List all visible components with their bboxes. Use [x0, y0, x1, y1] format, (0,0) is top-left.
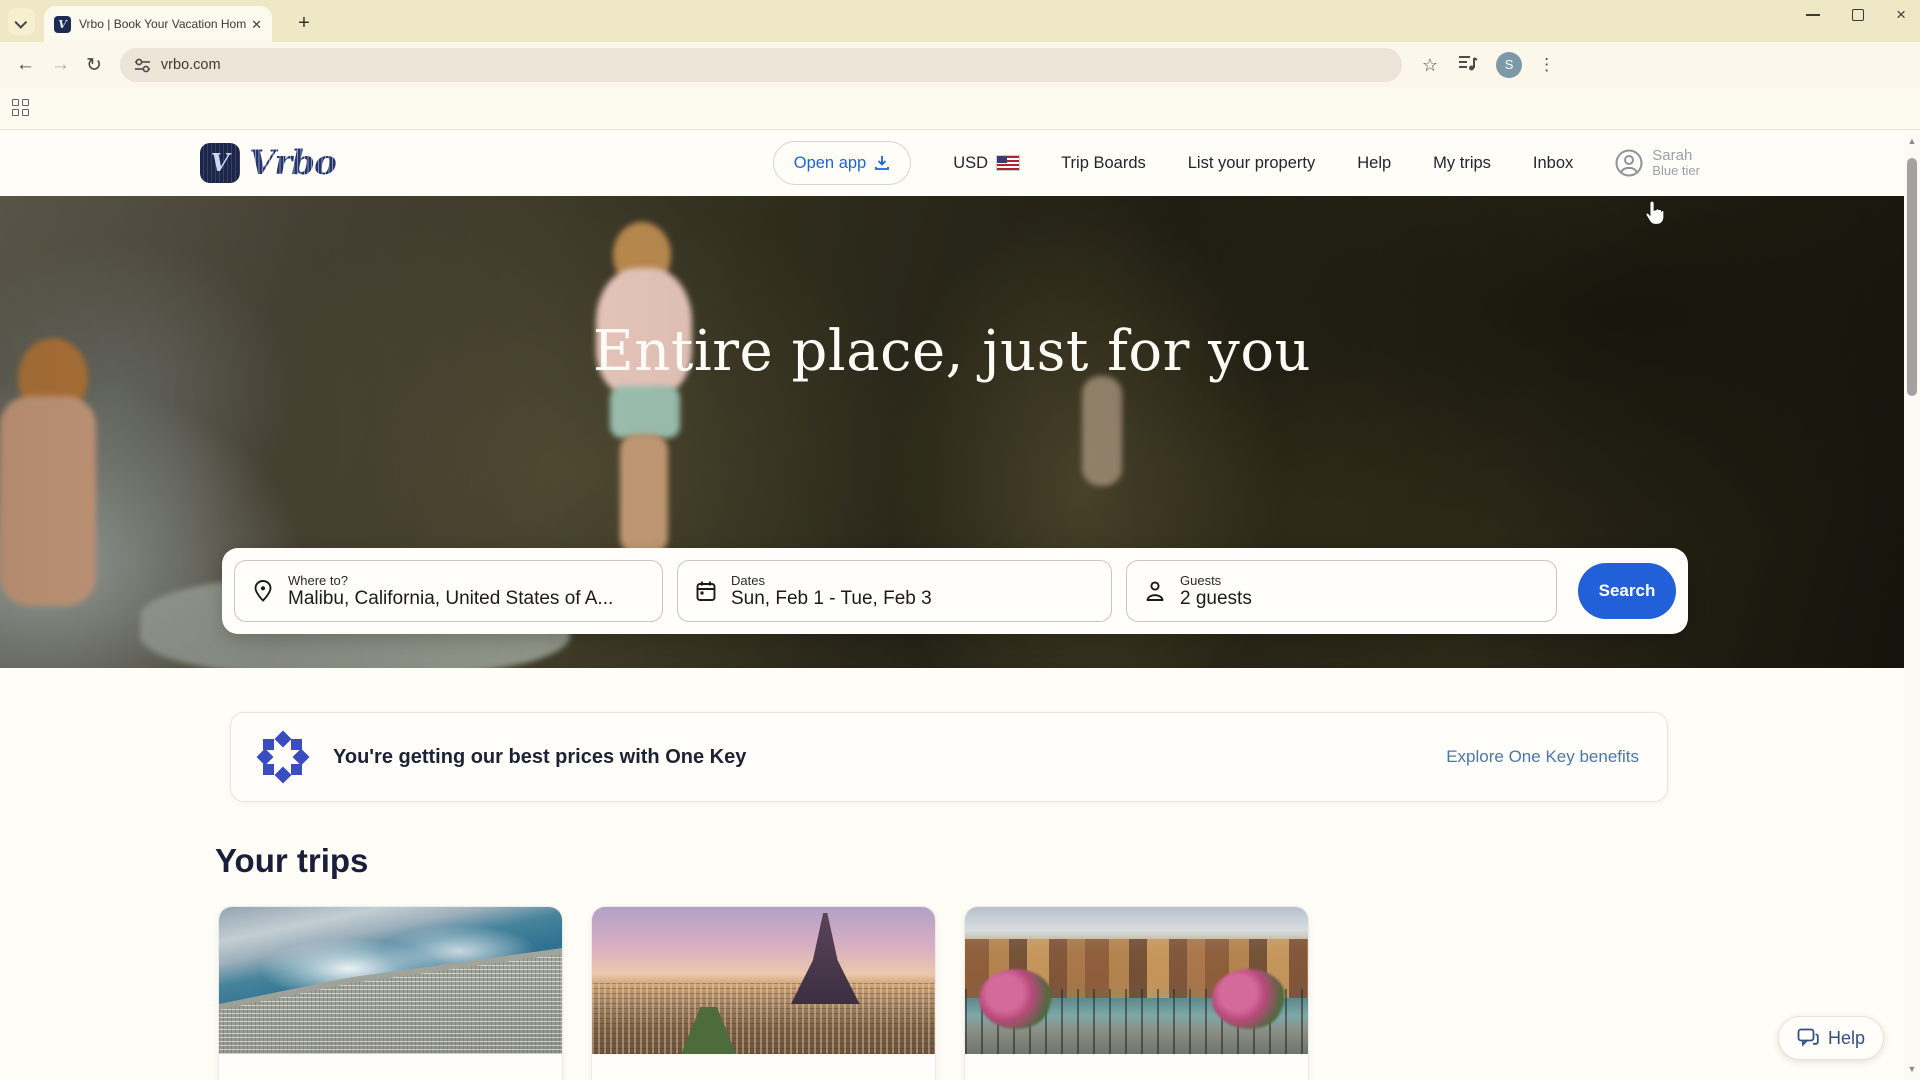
account-text: Sarah Blue tier	[1652, 147, 1700, 179]
open-app-label: Open app	[794, 154, 866, 173]
nav-list-your-property[interactable]: List your property	[1188, 154, 1315, 173]
window-controls: ×	[1806, 6, 1906, 23]
one-key-logo-icon	[259, 733, 307, 781]
dates-value: Sun, Feb 1 - Tue, Feb 3	[731, 588, 932, 610]
scroll-down-icon[interactable]: ▼	[1904, 1064, 1920, 1074]
destination-label: Where to?	[288, 573, 613, 588]
location-pin-icon	[251, 579, 275, 603]
trip-image-detail	[681, 1007, 736, 1054]
chat-bubble-icon	[1797, 1028, 1819, 1048]
nav-trip-boards[interactable]: Trip Boards	[1061, 154, 1146, 173]
hero-photo-figure	[620, 434, 668, 554]
search-bar: Where to? Malibu, California, United Sta…	[222, 548, 1688, 634]
hero-headline: Entire place, just for you	[0, 318, 1904, 385]
account-menu[interactable]: Sarah Blue tier	[1615, 147, 1700, 179]
help-label: Help	[1828, 1028, 1865, 1049]
media-controls-icon[interactable]	[1458, 54, 1478, 77]
scrollbar-thumb[interactable]	[1907, 158, 1917, 396]
trip-image-paris	[592, 907, 935, 1054]
nav-help[interactable]: Help	[1357, 154, 1391, 173]
vrbo-logo[interactable]: V Vrbo	[200, 143, 336, 183]
tab-search-button[interactable]	[8, 8, 35, 35]
minimize-icon[interactable]	[1806, 14, 1820, 16]
bookmarks-bar	[0, 88, 1920, 130]
guests-field[interactable]: Guests 2 guests	[1126, 560, 1557, 622]
trip-image-detail	[1212, 969, 1286, 1029]
scroll-up-icon[interactable]: ▲	[1904, 136, 1920, 146]
reload-icon[interactable]: ↻	[86, 54, 102, 77]
browser-menu-icon[interactable]: ⋮	[1538, 55, 1555, 75]
trip-image-amsterdam	[965, 907, 1308, 1054]
browser-profile-avatar[interactable]: S	[1496, 52, 1522, 78]
account-tier: Blue tier	[1652, 164, 1700, 179]
vrbo-logo-icon: V	[200, 143, 240, 183]
nav-inbox[interactable]: Inbox	[1533, 154, 1573, 173]
download-icon	[874, 155, 890, 171]
search-button[interactable]: Search	[1578, 563, 1676, 619]
currency-selector[interactable]: USD	[953, 154, 1019, 173]
apps-grid-icon[interactable]	[12, 99, 30, 117]
address-bar[interactable]: vrbo.com	[120, 48, 1402, 82]
site-nav: Open app USD Trip Boards List your prope…	[773, 141, 1700, 185]
tab-strip: V Vrbo | Book Your Vacation Hom ✕ + ×	[0, 0, 1920, 42]
nav-my-trips[interactable]: My trips	[1433, 154, 1491, 173]
close-icon[interactable]: ×	[1896, 6, 1906, 23]
guest-person-icon	[1143, 579, 1167, 603]
browser-tab[interactable]: V Vrbo | Book Your Vacation Hom ✕	[44, 6, 272, 42]
trip-cards: Los Angeles Paris Amsterdam	[218, 906, 1309, 1080]
account-name: Sarah	[1652, 147, 1700, 164]
browser-window: V Vrbo | Book Your Vacation Hom ✕ + × ← …	[0, 0, 1920, 1080]
vrbo-favicon-icon: V	[54, 16, 71, 33]
us-flag-icon	[997, 156, 1019, 170]
one-key-message: You're getting our best prices with One …	[333, 746, 746, 769]
trip-card-amsterdam[interactable]: Amsterdam	[964, 906, 1309, 1080]
trip-card-los-angeles[interactable]: Los Angeles	[218, 906, 563, 1080]
dates-field[interactable]: Dates Sun, Feb 1 - Tue, Feb 3	[677, 560, 1112, 622]
bookmark-star-icon[interactable]: ☆	[1422, 55, 1438, 76]
trip-image-coastline	[219, 907, 562, 1054]
calendar-icon	[694, 579, 718, 603]
site-settings-icon[interactable]	[134, 57, 151, 74]
forward-icon[interactable]: →	[51, 54, 70, 76]
guests-label: Guests	[1180, 573, 1252, 588]
open-app-button[interactable]: Open app	[773, 141, 911, 185]
currency-label: USD	[953, 154, 988, 173]
page-scrollbar[interactable]: ▲ ▼	[1904, 130, 1920, 1080]
chevron-down-icon	[14, 16, 27, 29]
help-button[interactable]: Help	[1778, 1016, 1884, 1060]
hero-photo-figure	[1082, 376, 1122, 486]
tab-close-icon[interactable]: ✕	[251, 18, 262, 31]
maximize-icon[interactable]	[1852, 9, 1864, 21]
hero-banner: Entire place, just for you Where to? Mal…	[0, 196, 1904, 668]
person-circle-icon	[1615, 149, 1643, 177]
explore-one-key-link[interactable]: Explore One Key benefits	[1446, 747, 1639, 767]
back-icon[interactable]: ←	[16, 54, 35, 76]
new-tab-button[interactable]: +	[290, 9, 318, 37]
browser-toolbar: ← → ↻ vrbo.com ☆ S ⋮	[0, 42, 1920, 88]
trip-card-paris[interactable]: Paris	[591, 906, 936, 1080]
one-key-banner: You're getting our best prices with One …	[230, 712, 1668, 802]
hero-photo-figure	[613, 222, 671, 288]
vrbo-wordmark: Vrbo	[249, 146, 336, 180]
destination-value: Malibu, California, United States of A..…	[288, 588, 613, 610]
your-trips-title: Your trips	[215, 842, 368, 880]
hero-photo-figure	[0, 396, 96, 606]
dates-label: Dates	[731, 573, 932, 588]
site-header: V Vrbo Open app USD Trip Boards List you…	[0, 130, 1904, 196]
trip-image-detail	[979, 969, 1053, 1029]
vrbo-page: V Vrbo Open app USD Trip Boards List you…	[0, 130, 1904, 1080]
hero-photo-figure	[610, 386, 680, 438]
tab-title: Vrbo | Book Your Vacation Hom	[79, 17, 247, 31]
guests-value: 2 guests	[1180, 588, 1252, 610]
destination-field[interactable]: Where to? Malibu, California, United Sta…	[234, 560, 663, 622]
url-text: vrbo.com	[161, 57, 221, 73]
